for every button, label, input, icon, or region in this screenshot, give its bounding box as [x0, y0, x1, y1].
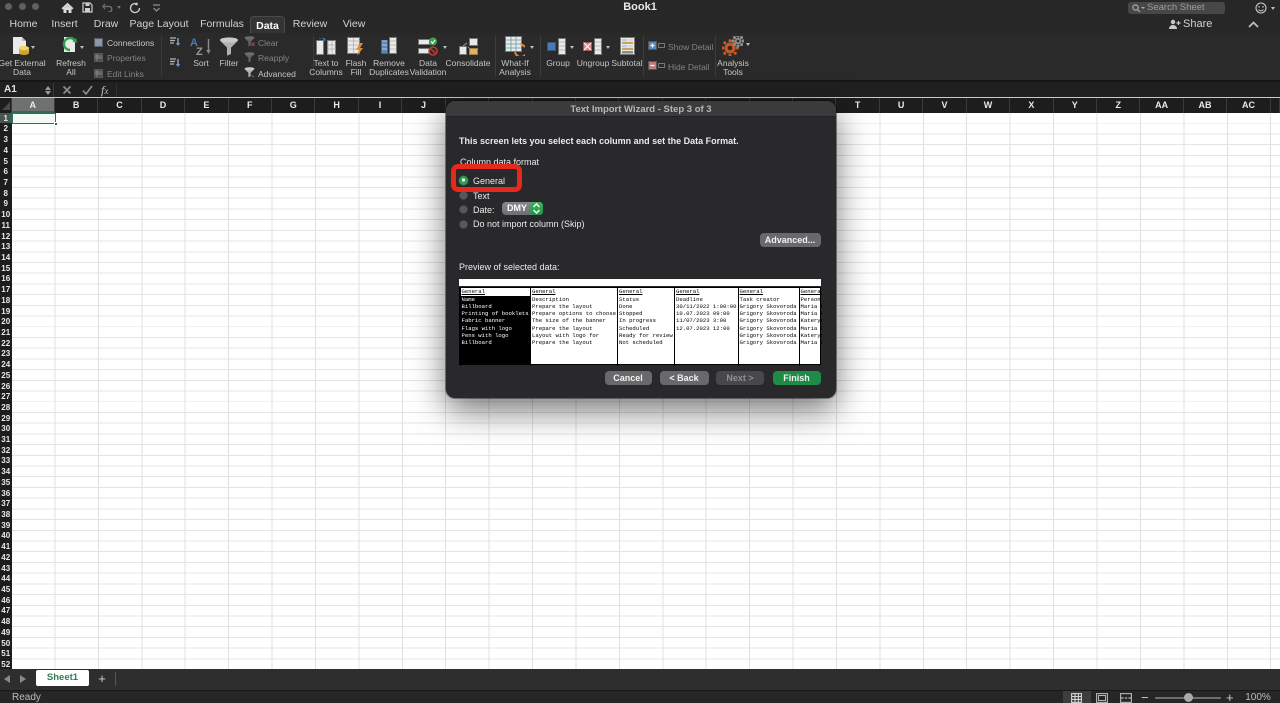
svg-text:Z: Z [196, 46, 203, 56]
